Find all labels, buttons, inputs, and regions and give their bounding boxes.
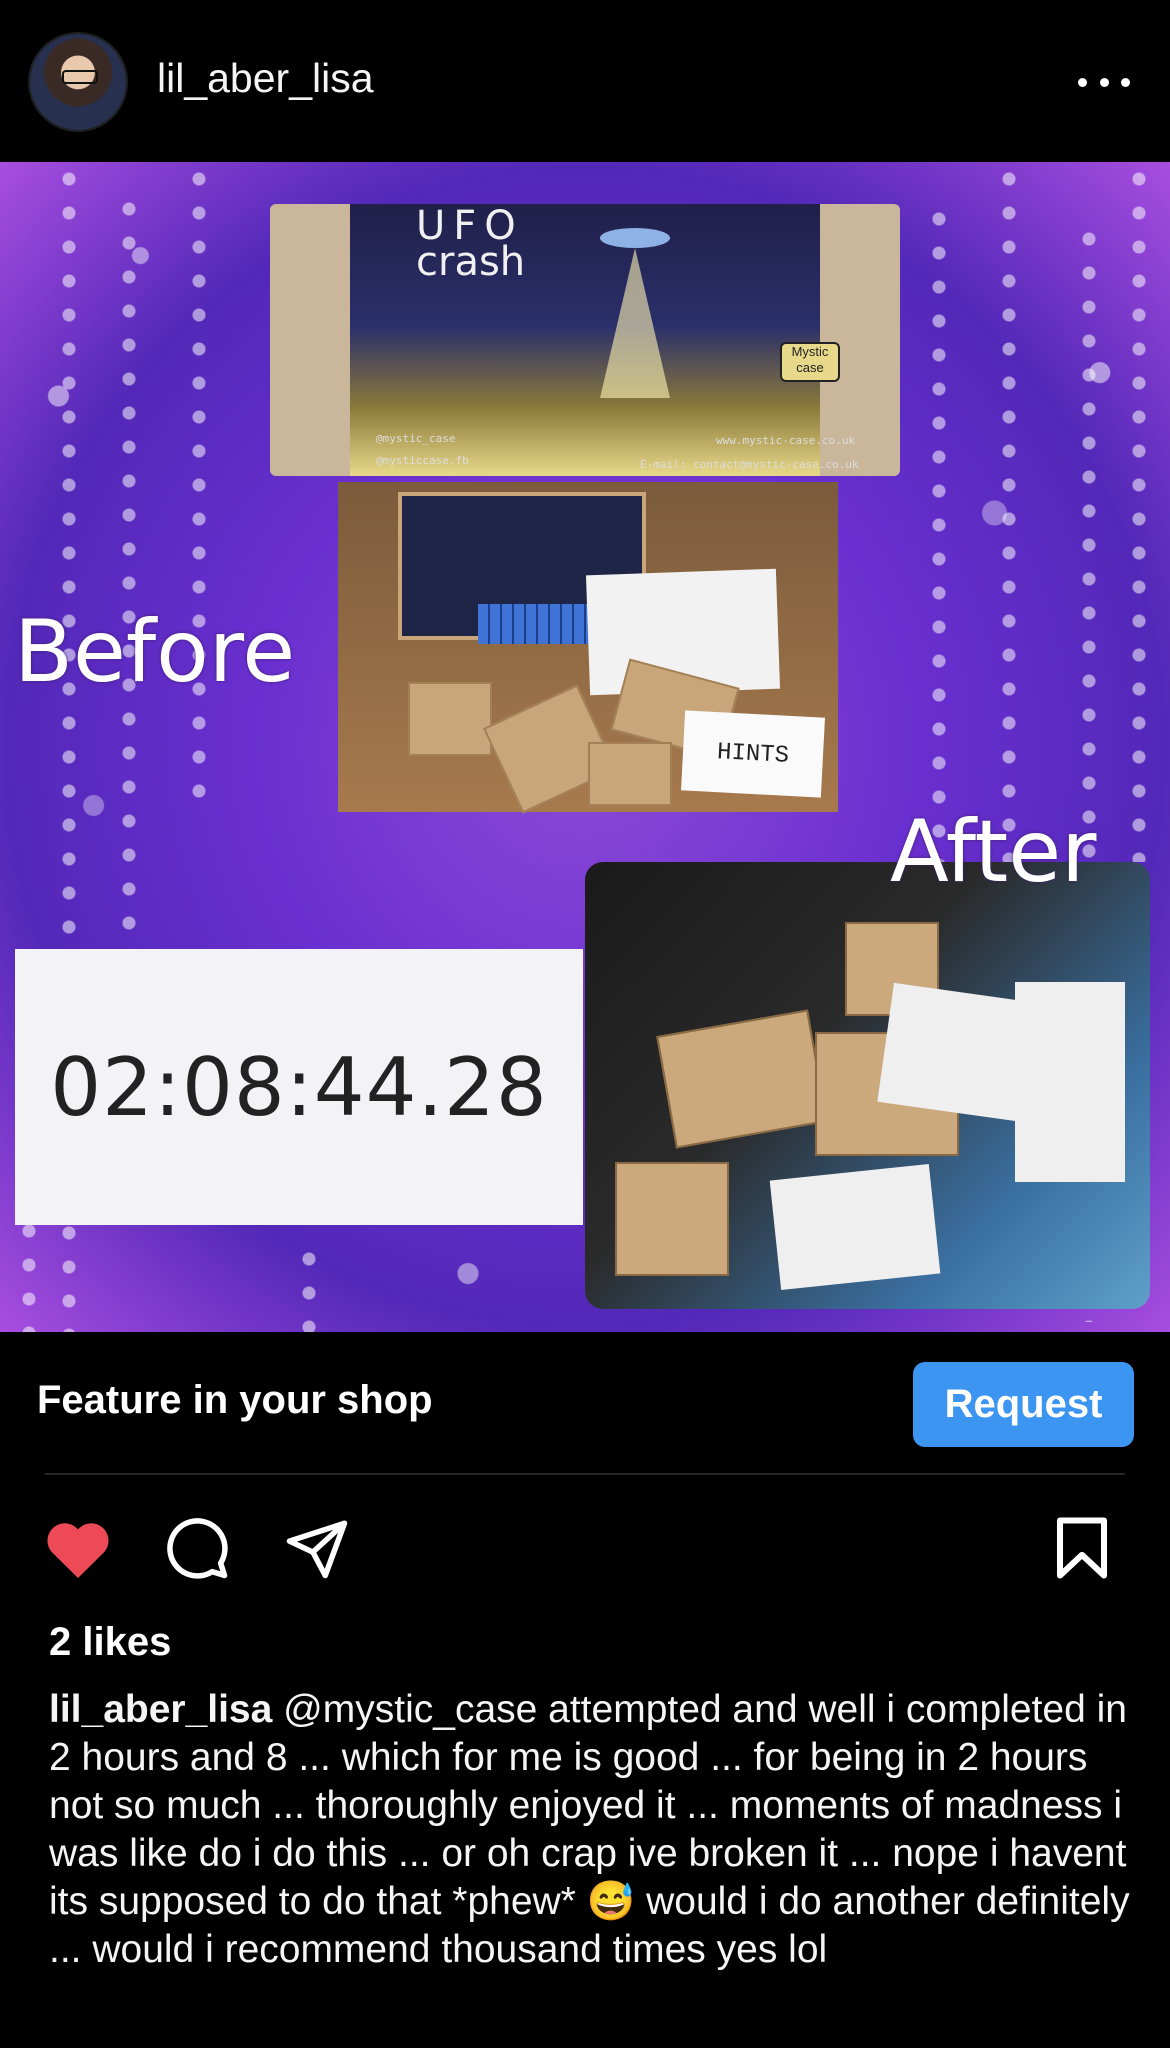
sparkle-column [300, 1242, 318, 1332]
ufo-beam [600, 248, 670, 398]
dot [1121, 77, 1130, 87]
ufo-icon [600, 228, 670, 248]
shop-feature-row: Feature in your shop Request [0, 1332, 1170, 1474]
puzzle-box [408, 682, 492, 756]
post-image[interactable]: UFO crash Mystic case @mystic_case @myst… [0, 162, 1170, 1332]
more-options-icon[interactable] [1078, 64, 1130, 100]
envelope [588, 742, 672, 806]
after-photo [585, 862, 1150, 1309]
ufo-title: UFO crash [416, 206, 526, 285]
avatar-glasses [62, 70, 98, 84]
paper-sheet [877, 982, 1033, 1122]
ufo-instagram: @mystic_case [376, 432, 456, 445]
ufo-email: E-mail: contact@mystic-case.co.uk [640, 458, 859, 471]
likes-count[interactable]: 2 likes [49, 1620, 171, 1665]
ufo-website: www.mystic-case.co.uk [716, 434, 856, 447]
sparkle-column [190, 162, 208, 802]
after-label: After [890, 802, 1097, 902]
mystic-case-logo: Mystic case [780, 342, 840, 382]
dot [1078, 77, 1087, 87]
hints-card: HINTS [681, 710, 825, 798]
paper-sheet [769, 1163, 941, 1291]
post-header: lil_aber_lisa [0, 0, 1170, 162]
ufo-title-line2: crash [416, 239, 526, 285]
envelope [656, 1009, 828, 1149]
timer-panel: 02:08:44.28 [15, 949, 583, 1225]
action-bar [0, 1500, 1170, 1600]
puzzle-box [615, 1162, 729, 1276]
share-icon[interactable] [284, 1515, 350, 1586]
heart-icon[interactable] [42, 1515, 114, 1586]
caption-username[interactable]: lil_aber_lisa [49, 1688, 272, 1731]
shop-feature-label: Feature in your shop [37, 1378, 433, 1422]
paper-sheet [1015, 982, 1125, 1182]
sparkle-column [1130, 162, 1148, 862]
avatar[interactable] [30, 34, 126, 130]
ufo-facebook: @mysticcase.fb [376, 454, 469, 467]
timer-value: 02:08:44.28 [50, 1040, 548, 1134]
before-photo: HINTS [338, 482, 838, 814]
comment-icon[interactable] [164, 1515, 230, 1586]
before-label: Before [14, 602, 296, 702]
post-username[interactable]: lil_aber_lisa [157, 55, 374, 102]
dot [1099, 77, 1109, 87]
post-caption: lil_aber_lisa @mystic_case attempted and… [49, 1686, 1139, 1974]
bookmark-icon[interactable] [1052, 1515, 1112, 1586]
divider [45, 1473, 1125, 1475]
request-button[interactable]: Request [913, 1362, 1134, 1447]
